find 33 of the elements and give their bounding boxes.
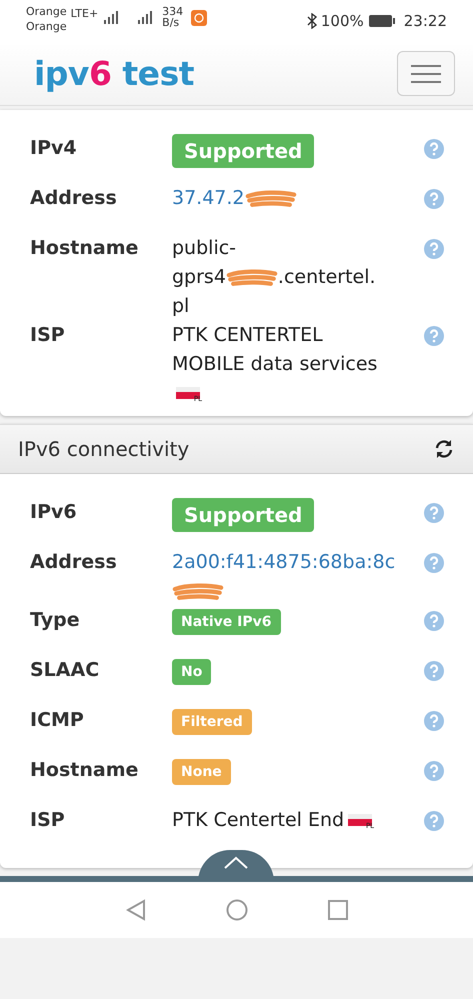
status-badge: Supported [172, 134, 314, 168]
network-type: LTE+ [70, 6, 98, 22]
field-label: SLAAC [30, 658, 100, 683]
field-label: Address [30, 186, 118, 211]
clock: 23:22 [404, 11, 447, 32]
field-value: pl [172, 295, 190, 317]
status-badge: None [172, 759, 231, 785]
carrier-name: Orange [26, 6, 67, 17]
field-value: public- [172, 237, 236, 259]
battery-percent: 100% [320, 11, 364, 32]
field-value: PTK Centertel End [172, 809, 344, 831]
field-label: IPv6 [30, 500, 78, 525]
speed-value: 334 [162, 6, 184, 17]
status-badge: Supported [172, 498, 314, 532]
section-title: IPv6 connectivity [18, 436, 190, 463]
field-value: gprs4 [172, 266, 226, 288]
field-label: ISP [30, 323, 66, 348]
field-label: Address [30, 550, 118, 575]
field-value: .centertel. [278, 266, 376, 288]
status-badge: Native IPv6 [172, 609, 280, 635]
field-label: ISP [30, 808, 66, 833]
field-value: PTK CENTERTEL MOBILE data services [172, 324, 378, 375]
status-badge: No [172, 659, 212, 685]
address-link[interactable]: 37.47.2 [172, 187, 245, 209]
field-label: Type [30, 608, 81, 633]
field-label: Hostname [30, 758, 140, 783]
status-badge: Filtered [172, 709, 252, 735]
address-link[interactable]: 2a00:f41:4875:68ba:8c [172, 551, 396, 573]
carrier-name: Orange [26, 21, 67, 32]
field-label: Hostname [30, 236, 140, 261]
speed-unit: B/s [162, 17, 180, 28]
field-label: IPv4 [30, 136, 78, 161]
field-label: ICMP [30, 708, 85, 733]
